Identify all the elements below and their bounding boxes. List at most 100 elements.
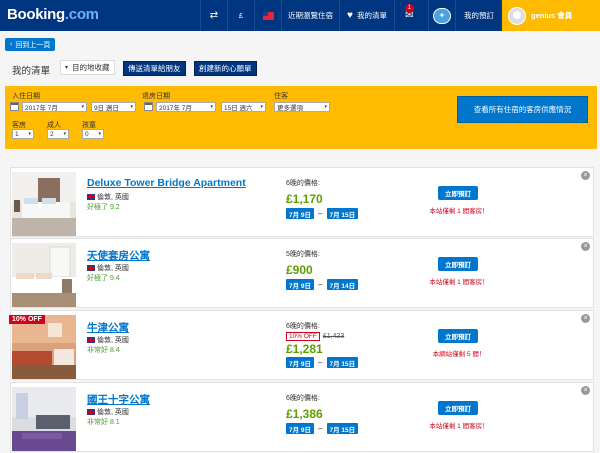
checkin-day-value: 9日 週日 [94, 105, 119, 112]
book-now-button[interactable]: 立即預訂 [438, 186, 478, 200]
availability-note: 本網站僅剩 5 間！ [432, 351, 486, 358]
date-separator: – [318, 358, 323, 367]
chevron-down-icon: ▾ [65, 65, 69, 71]
property-name-link[interactable]: 牛津公寓 [87, 320, 129, 335]
mail-count-badge: 1 [404, 4, 414, 13]
chevron-down-icon: ▾ [130, 104, 133, 110]
property-location: 倫敦, 英國 [87, 335, 129, 345]
currency-button[interactable]: £ [227, 0, 254, 31]
nights-price-label: 6晚的價格: [286, 395, 320, 402]
checkout-date-button[interactable]: 7月 15日 [326, 208, 359, 219]
rating-label: 好極了 9.4 [87, 275, 120, 282]
close-icon[interactable]: × [581, 314, 590, 323]
discount-tag: 10% OFF [286, 332, 320, 341]
close-icon[interactable]: × [581, 171, 590, 180]
checkin-day-select[interactable]: 9日 週日 ▾ [91, 102, 136, 112]
booking-logo[interactable]: Booking.com [7, 6, 99, 23]
checkout-day-select[interactable]: 15日 週六 ▾ [221, 102, 266, 112]
guests-select[interactable]: 更多選項 ▾ [274, 102, 330, 112]
guests-value: 更多選項 [277, 105, 303, 112]
inbox-button[interactable]: ✉ 1 [394, 0, 428, 31]
property-name-link[interactable]: Deluxe Tower Bridge Apartment [87, 177, 246, 189]
book-now-button[interactable]: 立即預訂 [438, 329, 478, 343]
children-select[interactable]: 0 ▾ [82, 129, 104, 139]
checkin-month-select[interactable]: 2017年 7月 ▾ [22, 102, 87, 112]
date-separator: – [318, 280, 323, 289]
property-location: 倫敦, 英國 [87, 407, 129, 417]
share-list-button[interactable]: 傳送清單給朋友 [123, 61, 186, 76]
rating-label: 好極了 9.2 [87, 204, 120, 211]
my-bookings-button[interactable]: 我的預訂 [455, 0, 502, 31]
availability-note: 本站僅剩 1 間客房！ [429, 279, 489, 286]
user-label: genius 會員 [531, 11, 573, 20]
create-list-button[interactable]: 創建新的心願單 [194, 61, 257, 76]
currency-label: £ [238, 11, 244, 20]
checkin-date-button[interactable]: 7月 9日 [286, 208, 315, 219]
checkin-calendar-icon[interactable] [10, 102, 19, 111]
price-value: £900 [286, 263, 313, 277]
back-button[interactable]: ‹ 回到上一頁 [5, 38, 56, 51]
language-button[interactable] [254, 0, 281, 31]
discount-badge: 10% OFF [9, 315, 45, 324]
children-value: 0 [85, 130, 89, 138]
checkout-date-button[interactable]: 7月 14日 [326, 279, 359, 290]
checkin-date-button[interactable]: 7月 9日 [286, 357, 315, 368]
user-account-button[interactable]: genius 會員 [502, 0, 600, 31]
check-availability-button[interactable]: 查看所有住宿的客房供應情況 [457, 96, 588, 123]
rating-label: 非常好 8.4 [87, 347, 120, 354]
close-icon[interactable]: × [581, 242, 590, 251]
checkout-month-select[interactable]: 2017年 7月 ▾ [156, 102, 216, 112]
date-separator: – [318, 424, 323, 433]
property-card: 10% OFF 牛津公寓 倫敦, 英國 非常好 8.4 6晚的價格: 10% O… [9, 310, 594, 380]
property-card: 國王十字公寓 倫敦, 英國 非常好 8.1 6晚的價格: £1,386 7月 9… [10, 382, 594, 452]
chat-icon: ✦ [433, 7, 451, 24]
checkout-calendar-icon[interactable] [144, 102, 153, 111]
book-now-button[interactable]: 立即預訂 [438, 257, 478, 271]
customer-service-button[interactable]: ✦ [428, 0, 455, 31]
wishlist-label: 我的清單 [356, 11, 387, 20]
checkout-label: 退房日期 [142, 93, 170, 100]
adults-select[interactable]: 2 ▾ [47, 129, 69, 139]
wishlist-button[interactable]: ♥ 我的清單 [339, 0, 394, 31]
checkout-date-button[interactable]: 7月 15日 [326, 423, 359, 434]
rating-label: 非常好 8.1 [87, 419, 120, 426]
property-name-link[interactable]: 國王十字公寓 [87, 392, 150, 407]
checkin-date-button[interactable]: 7月 9日 [286, 279, 315, 290]
deal-row: 10% OFF £1,423 [286, 332, 344, 341]
property-location: 倫敦, 英國 [87, 192, 129, 202]
property-photo[interactable] [12, 387, 76, 451]
uk-flag-icon [87, 337, 95, 343]
adults-value: 2 [50, 130, 54, 138]
location-label: 倫敦, 英國 [97, 337, 129, 344]
rooms-select[interactable]: 1 ▾ [12, 129, 34, 139]
recently-viewed-label: 近期瀏覽住宿 [288, 11, 333, 20]
checkin-label: 入住日期 [12, 93, 40, 100]
my-bookings-label: 我的預訂 [464, 11, 494, 20]
property-photo[interactable] [12, 315, 76, 379]
avatar [508, 6, 526, 25]
rooms-value: 1 [15, 130, 19, 138]
uk-flag-icon [87, 409, 95, 415]
date-range: 7月 9日 – 7月 15日 [286, 208, 359, 219]
list-select[interactable]: ▾ 目的地收藏 [60, 60, 115, 75]
recently-viewed-button[interactable]: 近期瀏覽住宿 [281, 0, 339, 31]
chevron-down-icon: ▾ [324, 104, 327, 110]
property-photo[interactable] [12, 243, 76, 307]
nights-price-label: 6晚的價格: [286, 180, 320, 187]
property-card: 天使套房公寓 倫敦, 英國 好極了 9.4 5晚的價格: £900 7月 9日 … [10, 238, 594, 308]
guests-label: 住客 [274, 93, 288, 100]
location-label: 倫敦, 英國 [97, 409, 129, 416]
checkin-date-button[interactable]: 7月 9日 [286, 423, 315, 434]
checkout-month-value: 2017年 7月 [159, 105, 192, 112]
chevron-down-icon: ▾ [98, 131, 101, 137]
chevron-down-icon: ▾ [28, 131, 31, 137]
chevron-down-icon: ▾ [81, 104, 84, 110]
currency-exchange-icon[interactable]: ⇄ [200, 0, 227, 31]
checkout-date-button[interactable]: 7月 15日 [326, 357, 359, 368]
book-now-button[interactable]: 立即預訂 [438, 401, 478, 415]
property-photo[interactable] [12, 172, 76, 236]
close-icon[interactable]: × [581, 386, 590, 395]
share-list-label: 傳送清單給朋友 [128, 64, 181, 73]
property-name-link[interactable]: 天使套房公寓 [87, 248, 150, 263]
list-select-value: 目的地收藏 [72, 63, 110, 72]
